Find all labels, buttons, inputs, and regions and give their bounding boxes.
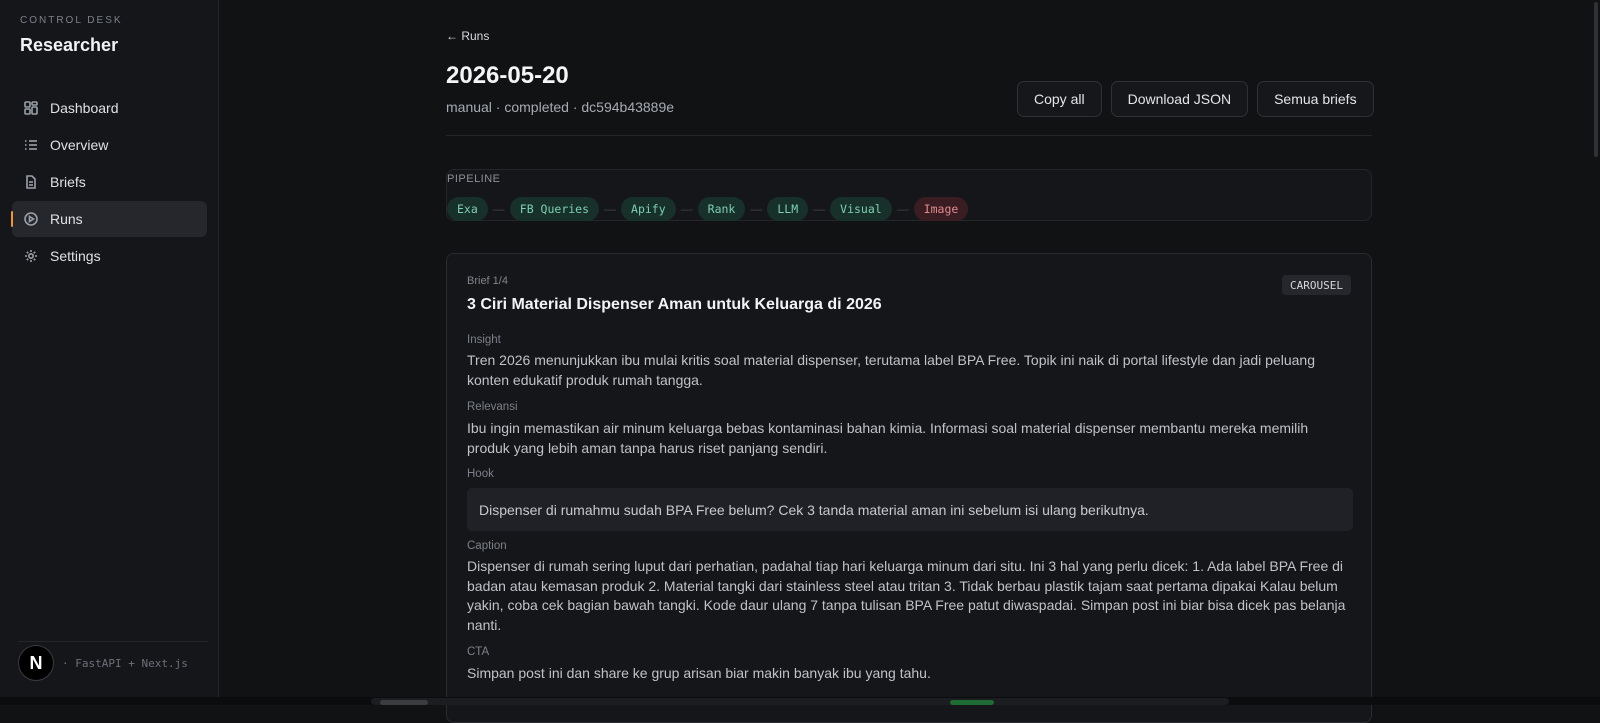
sidebar-item-settings[interactable]: Settings [12, 238, 207, 274]
sidebar-item-runs[interactable]: Runs [11, 201, 207, 237]
brief-number: Brief 1/4 [467, 275, 508, 287]
scrollbar-thumb[interactable] [380, 700, 428, 705]
pipeline-separator: — [813, 202, 826, 216]
sidebar-item-label: Settings [50, 248, 101, 264]
sidebar-item-overview[interactable]: Overview [12, 127, 207, 163]
sidebar-footer: N · FastAPI + Next.js [18, 645, 188, 681]
insight-text: Tren 2026 menunjukkan ibu mulai kritis s… [467, 352, 1315, 388]
sidebar-item-label: Overview [50, 137, 109, 153]
pipeline-separator: — [492, 202, 505, 216]
sidebar-item-dashboard[interactable]: Dashboard [12, 90, 207, 126]
gear-icon [24, 249, 38, 263]
pipeline-step-apify: Apify [621, 197, 676, 221]
vertical-scrollbar[interactable] [1594, 2, 1598, 157]
relevance-text: Ibu ingin memastikan air minum keluarga … [467, 420, 1309, 456]
back-to-runs-link[interactable]: ← Runs [446, 29, 489, 43]
pipeline-step-llm: LLM [767, 197, 809, 221]
pipeline-step-exa: Exa [447, 197, 488, 221]
sidebar-item-label: Dashboard [50, 100, 119, 116]
stack-label: · FastAPI + Next.js [62, 656, 188, 670]
pipeline-step-image: Image [913, 197, 969, 221]
sidebar-item-label: Runs [50, 211, 83, 227]
hook-box: Dispenser di rumahmu sudah BPA Free belu… [467, 488, 1353, 531]
format-badge: CAROUSEL [1282, 275, 1351, 295]
sidebar-divider [18, 641, 208, 642]
pipeline-steps: Exa — FB Queries — Apify — Rank — LLM — … [447, 197, 969, 221]
dashboard-icon [24, 101, 38, 115]
main-content: ← Runs 2026-05-20 manual · completed · d… [219, 0, 1600, 723]
run-meta: manual · completed · dc594b43889e [446, 99, 675, 115]
scrollbar-indicator [950, 700, 994, 705]
relevance-label: Relevansi [467, 401, 518, 413]
header-divider [446, 135, 1372, 136]
caption-label: Caption [467, 540, 507, 552]
sidebar-nav: Dashboard Overview Briefs Runs Settings [11, 90, 207, 275]
pipeline-separator: — [896, 202, 909, 216]
document-icon [24, 175, 38, 189]
horizontal-scrollbar[interactable] [371, 698, 1229, 705]
pipeline-step-rank: Rank [697, 197, 746, 221]
download-json-button[interactable]: Download JSON [1110, 81, 1249, 117]
insight-label: Insight [467, 334, 501, 346]
header-actions: Copy all Download JSON Semua briefs [1017, 81, 1374, 117]
sidebar: CONTROL DESK Researcher Dashboard Overvi… [0, 0, 219, 697]
brief-card: Brief 1/4 CAROUSEL 3 Ciri Material Dispe… [446, 253, 1372, 723]
hook-label: Hook [467, 468, 494, 480]
page-title: 2026-05-20 [446, 62, 569, 89]
brand-eyebrow: CONTROL DESK [20, 15, 123, 26]
pipeline-label: PIPELINE [447, 173, 501, 185]
app-title: Researcher [20, 35, 119, 55]
brief-title: 3 Ciri Material Dispenser Aman untuk Kel… [467, 296, 882, 313]
pipeline-separator: — [604, 202, 617, 216]
caption-text: Dispenser di rumah sering luput dari per… [467, 558, 1346, 633]
hook-text: Dispenser di rumahmu sudah BPA Free belu… [479, 501, 1149, 518]
pipeline-step-fb-queries: FB Queries [509, 197, 600, 221]
nextjs-logo[interactable]: N [18, 645, 54, 681]
all-briefs-button[interactable]: Semua briefs [1257, 81, 1374, 117]
copy-all-button[interactable]: Copy all [1017, 81, 1102, 117]
pipeline-separator: — [750, 202, 763, 216]
pipeline-panel: PIPELINE Exa — FB Queries — Apify — Rank… [446, 169, 1372, 221]
sidebar-item-briefs[interactable]: Briefs [12, 164, 207, 200]
cta-label: CTA [467, 646, 490, 658]
cta-text: Simpan post ini dan share ke grup arisan… [467, 665, 931, 681]
sidebar-item-label: Briefs [50, 174, 86, 190]
list-icon [24, 138, 38, 152]
play-circle-icon [24, 212, 38, 226]
pipeline-separator: — [680, 202, 693, 216]
pipeline-step-visual: Visual [830, 197, 892, 221]
